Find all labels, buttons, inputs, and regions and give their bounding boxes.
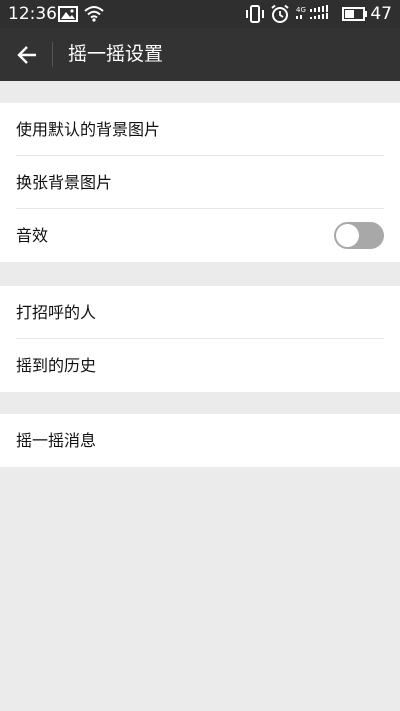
status-time: 12:36 (8, 4, 57, 24)
settings-item-default-background[interactable]: 使用默认的背景图片 (0, 103, 400, 156)
alarm-icon (271, 4, 289, 23)
vibrate-icon (246, 5, 264, 23)
battery-icon (342, 7, 367, 21)
settings-item-change-background[interactable]: 换张背景图片 (0, 156, 400, 209)
image-icon (58, 6, 78, 22)
settings-item-label: 使用默认的背景图片 (16, 120, 161, 139)
wifi-icon (84, 6, 104, 22)
page-title: 摇一摇设置 (68, 43, 164, 65)
settings-item-greeted-people[interactable]: 打招呼的人 (0, 286, 400, 339)
sound-effect-toggle[interactable] (334, 222, 384, 249)
status-bar: 12:36 4G 47 (0, 0, 400, 28)
back-button[interactable] (10, 38, 44, 72)
settings-item-label: 摇到的历史 (16, 356, 97, 375)
network-type-label: 4G (296, 6, 306, 14)
battery-percentage: 47 (370, 4, 392, 24)
cellular-signal-icon: 4G (296, 5, 328, 19)
toggle-knob (336, 224, 359, 247)
settings-item-sound-effect: 音效 (0, 209, 400, 262)
settings-item-label: 换张背景图片 (16, 173, 113, 192)
arrow-left-icon (17, 46, 36, 64)
settings-item-label: 打招呼的人 (16, 303, 97, 322)
toolbar: 摇一摇设置 (0, 28, 400, 81)
settings-item-shake-messages[interactable]: 摇一摇消息 (0, 414, 400, 467)
settings-group-people: 打招呼的人 摇到的历史 (0, 286, 400, 392)
settings-item-label: 摇一摇消息 (16, 431, 97, 450)
settings-group-background: 使用默认的背景图片 换张背景图片 音效 (0, 103, 400, 262)
settings-item-shake-history[interactable]: 摇到的历史 (0, 339, 400, 392)
settings-group-messages: 摇一摇消息 (0, 414, 400, 467)
toolbar-divider (52, 42, 53, 67)
settings-item-label: 音效 (16, 226, 49, 245)
